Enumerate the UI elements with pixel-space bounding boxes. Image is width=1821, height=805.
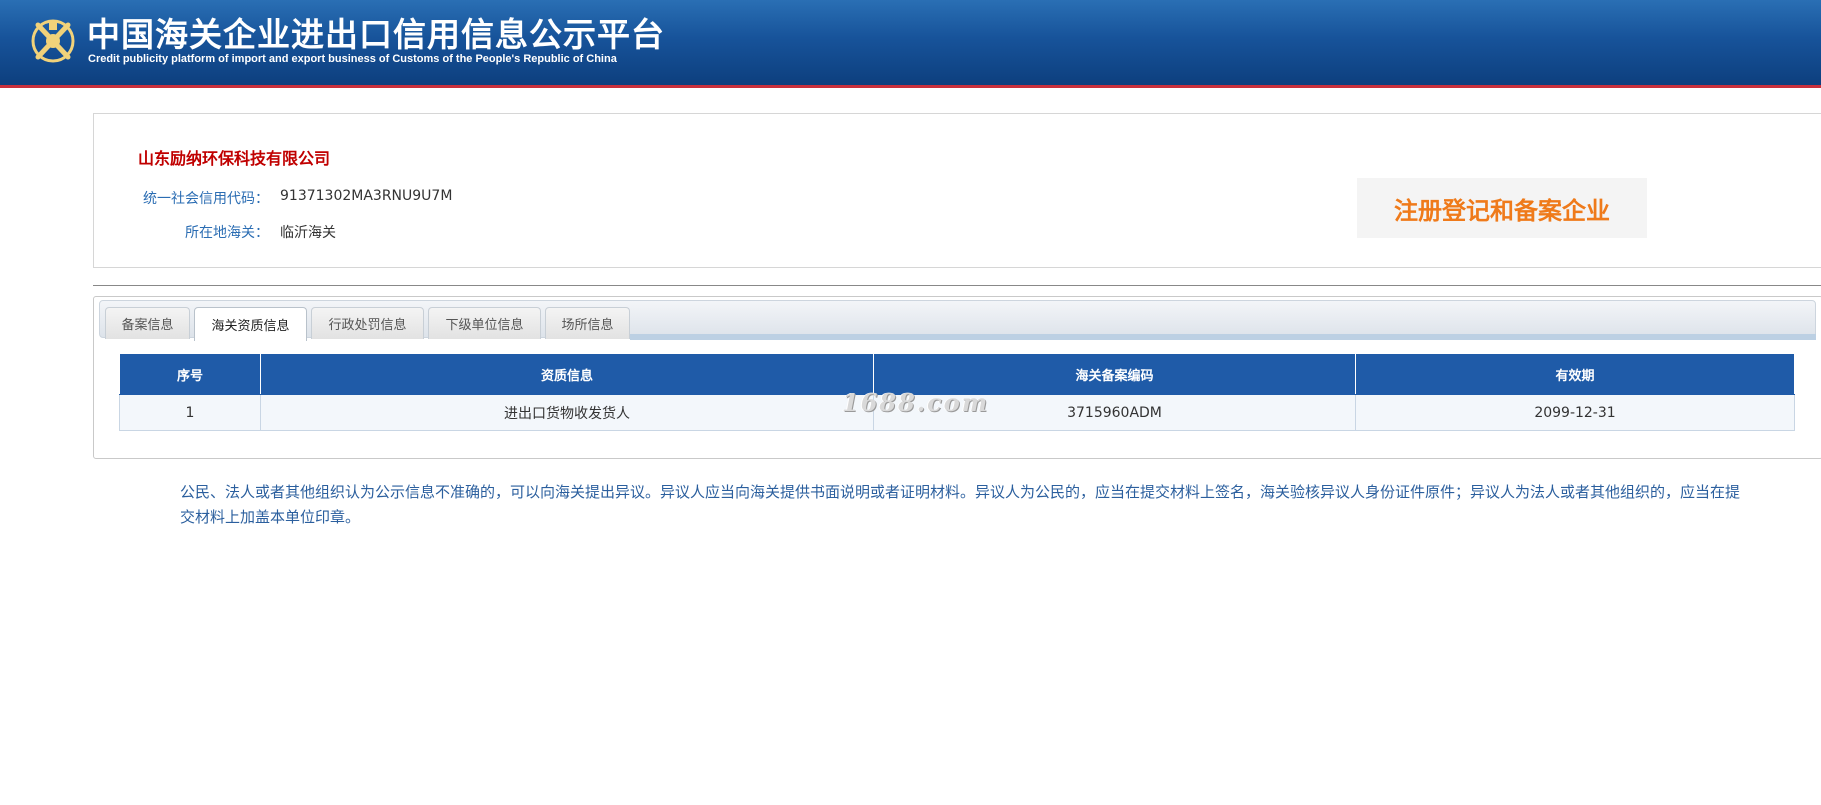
tab-customs-qualification[interactable]: 海关资质信息 [194,307,307,341]
site-subtitle: Credit publicity platform of import and … [88,53,617,65]
company-name: 山东励纳环保科技有限公司 [138,149,331,168]
column-header-index: 序号 [119,353,261,395]
cell-filing-code: 3715960ADM [873,394,1356,431]
qualification-table: 序号 资质信息 海关备案编码 有效期 1 进出口货物收发货人 3715960AD… [119,353,1795,431]
header-accent-line [0,85,1821,88]
tab-filing-info[interactable]: 备案信息 [105,307,190,339]
credit-code-label: 统一社会信用代码： [143,191,269,207]
column-header-filing-code: 海关备案编码 [873,353,1356,395]
objection-notice: 公民、法人或者其他组织认为公示信息不准确的，可以向海关提出异议。异议人应当向海关… [180,483,1741,526]
tab-strip: 备案信息 海关资质信息 行政处罚信息 下级单位信息 场所信息 [99,300,1816,341]
table-row: 1 进出口货物收发货人 3715960ADM 2099-12-31 [119,394,1795,431]
customs-value: 临沂海关 [280,225,336,241]
column-header-validity: 有效期 [1355,353,1795,395]
company-info-panel: 山东励纳环保科技有限公司 统一社会信用代码： 91371302MA3RNU9U7… [93,113,1821,268]
customs-label: 所在地海关： [185,225,269,241]
tab-administrative-penalty[interactable]: 行政处罚信息 [311,307,424,339]
section-divider [93,285,1821,286]
site-header: 中国海关企业进出口信用信息公示平台 Credit publicity platf… [0,0,1821,85]
cell-validity: 2099-12-31 [1355,394,1795,431]
registration-status-badge: 注册登记和备案企业 [1357,178,1647,238]
cell-qualification: 进出口货物收发货人 [260,394,874,431]
tab-strip-underline [630,334,1816,340]
tab-site-info[interactable]: 场所信息 [545,307,630,339]
credit-code-value: 91371302MA3RNU9U7M [280,188,453,204]
tab-subordinate-units[interactable]: 下级单位信息 [428,307,541,339]
cell-index: 1 [119,394,261,431]
customs-emblem-icon [31,19,75,63]
tabs-panel: 备案信息 海关资质信息 行政处罚信息 下级单位信息 场所信息 序号 资质信息 海… [93,296,1821,459]
column-header-qualification: 资质信息 [260,353,874,395]
site-title: 中国海关企业进出口信用信息公示平台 [87,15,665,54]
table-header-row: 序号 资质信息 海关备案编码 有效期 [119,353,1795,395]
